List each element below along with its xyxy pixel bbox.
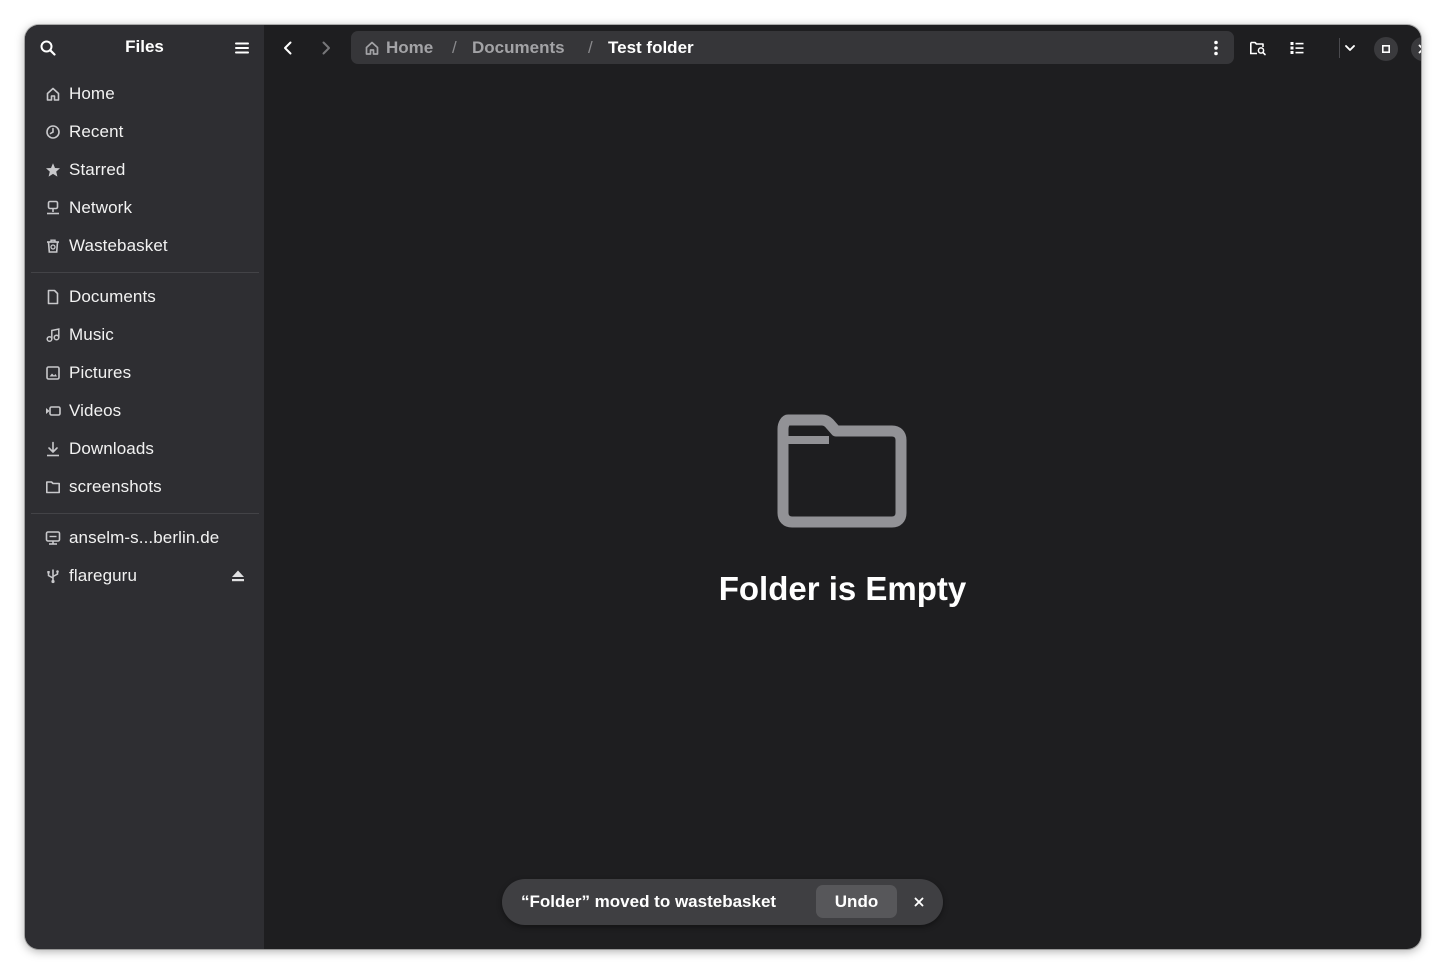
picture-icon — [45, 365, 61, 381]
sidebar-item-flareguru[interactable]: flareguru — [37, 559, 259, 593]
breadcrumb-documents[interactable]: Documents — [472, 38, 565, 58]
path-bar: Home / Documents / Test folder — [351, 31, 1234, 64]
folder-icon — [45, 479, 61, 495]
sidebar-item-label: Home — [69, 84, 115, 103]
sidebar-item-screenshots[interactable]: screenshots — [37, 470, 259, 504]
breadcrumb-home[interactable]: Home — [386, 38, 433, 58]
sidebar-item-music[interactable]: Music — [37, 318, 259, 352]
close-window-button[interactable] — [1411, 37, 1421, 61]
list-view-button[interactable] — [1282, 33, 1312, 63]
sidebar-item-label: screenshots — [69, 477, 162, 496]
sidebar-item-starred[interactable]: Starred — [37, 153, 259, 187]
sidebar-item-label: Music — [69, 325, 114, 344]
eject-button[interactable] — [231, 569, 245, 583]
sidebar-item-label: flareguru — [69, 566, 137, 585]
undo-button[interactable]: Undo — [816, 885, 897, 918]
close-icon — [1418, 44, 1421, 54]
main-menu-button[interactable] — [227, 33, 257, 63]
trash-icon — [45, 238, 61, 254]
sidebar-item-videos[interactable]: Videos — [37, 394, 259, 428]
sidebar-item-label: Pictures — [69, 363, 132, 382]
header-bar: Home / Documents / Test folder — [264, 25, 1421, 71]
sidebar-item-downloads[interactable]: Downloads — [37, 432, 259, 466]
sidebar-item-label: Videos — [69, 401, 122, 420]
sidebar-item-recent[interactable]: Recent — [37, 115, 259, 149]
toast-message: “Folder” moved to wastebasket — [521, 892, 777, 911]
sidebar-item-wastebasket[interactable]: Wastebasket — [37, 229, 259, 263]
sidebar: Files Home Recent Starred Network Wasteb… — [25, 25, 264, 949]
sidebar-item-label: anselm-s...berlin.de — [69, 528, 220, 547]
video-icon — [45, 403, 61, 419]
breadcrumb-separator: / — [588, 38, 593, 57]
sidebar-item-home[interactable]: Home — [37, 77, 259, 111]
list-view-icon — [1290, 42, 1304, 54]
sidebar-divider — [31, 272, 259, 273]
home-icon — [45, 86, 61, 102]
sidebar-item-documents[interactable]: Documents — [37, 280, 259, 314]
breadcrumb-separator: / — [452, 38, 457, 57]
sidebar-item-label: Wastebasket — [69, 236, 168, 255]
clock-icon — [45, 124, 61, 140]
back-button[interactable] — [273, 33, 303, 63]
chevron-right-icon — [322, 41, 330, 55]
eject-icon — [232, 570, 244, 582]
music-icon — [45, 327, 61, 343]
document-icon — [45, 289, 61, 305]
dismiss-toast-button[interactable] — [904, 887, 934, 917]
toast-notification: “Folder” moved to wastebasket Undo — [502, 879, 943, 925]
breadcrumb-current-folder[interactable]: Test folder — [608, 38, 694, 58]
maximize-icon — [1381, 44, 1391, 54]
home-icon — [364, 40, 380, 56]
search-location-button[interactable] — [1243, 33, 1273, 63]
chevron-left-icon — [284, 41, 292, 55]
star-icon — [45, 162, 61, 178]
folder-icon — [777, 414, 907, 528]
empty-folder-title: Folder is Empty — [718, 570, 967, 607]
vertical-dots-icon — [1214, 40, 1218, 56]
files-window: Files Home Recent Starred Network Wasteb… — [25, 25, 1421, 949]
maximize-button[interactable] — [1374, 37, 1398, 61]
usb-icon — [45, 568, 61, 584]
network-icon — [45, 200, 61, 216]
sidebar-item-label: Network — [69, 198, 133, 217]
view-options-button[interactable] — [1336, 33, 1364, 63]
chevron-down-icon — [1345, 45, 1355, 51]
sidebar-item-pictures[interactable]: Pictures — [37, 356, 259, 390]
sidebar-item-label: Recent — [69, 122, 124, 141]
download-icon — [45, 441, 61, 457]
sidebar-item-network-server[interactable]: anselm-s...berlin.de — [37, 521, 259, 555]
server-icon — [45, 530, 61, 546]
sidebar-item-network[interactable]: Network — [37, 191, 259, 225]
sidebar-item-label: Documents — [69, 287, 156, 306]
folder-menu-button[interactable] — [1208, 38, 1224, 58]
sidebar-item-label: Starred — [69, 160, 126, 179]
close-icon — [914, 897, 924, 907]
sidebar-divider — [31, 513, 259, 514]
sidebar-header: Files — [25, 25, 264, 71]
folder-search-icon — [1250, 41, 1266, 56]
hamburger-menu-icon — [235, 42, 249, 54]
forward-button[interactable] — [311, 33, 341, 63]
sidebar-item-label: Downloads — [69, 439, 155, 458]
